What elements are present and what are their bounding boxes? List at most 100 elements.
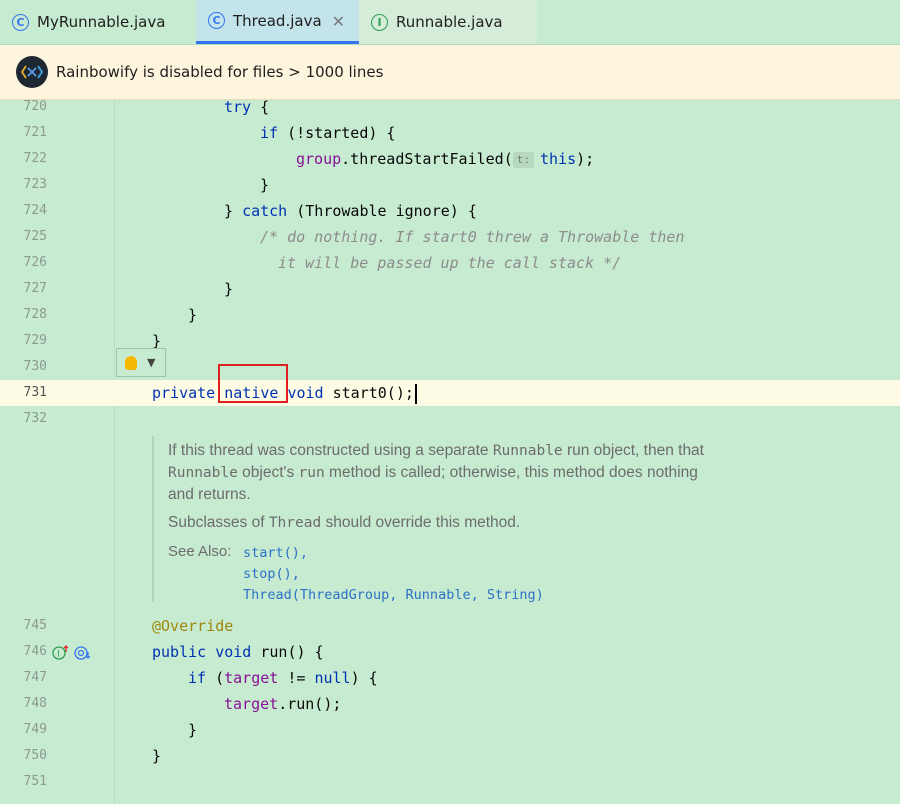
code-text: } bbox=[224, 202, 234, 220]
code-text: (Throwable ignore) { bbox=[287, 202, 477, 220]
line-number: 721 bbox=[23, 125, 47, 140]
line-number: 727 bbox=[23, 281, 47, 296]
keyword: public bbox=[152, 643, 207, 661]
doc-text: Subclasses of bbox=[168, 514, 269, 531]
tab-myrunnable[interactable]: C MyRunnable.java bbox=[0, 0, 196, 44]
class-icon: C bbox=[208, 12, 225, 29]
tab-thread[interactable]: C Thread.java ✕ bbox=[196, 0, 359, 44]
svg-text:I: I bbox=[57, 650, 60, 660]
line-number: 725 bbox=[23, 229, 47, 244]
code-line: 723 } bbox=[0, 172, 900, 198]
code-text: } bbox=[260, 176, 270, 194]
see-also: See Also: start(), stop(), Thread(Thread… bbox=[168, 543, 792, 606]
code-line: 727 } bbox=[0, 276, 900, 302]
field-ref: group bbox=[296, 150, 342, 168]
code-text: ) { bbox=[350, 669, 378, 687]
code-line: 728 } bbox=[0, 302, 900, 328]
keyword: null bbox=[314, 669, 351, 687]
code-text: start0(); bbox=[323, 384, 414, 402]
doc-text: should override this method. bbox=[321, 514, 521, 531]
code-text: } bbox=[188, 721, 198, 739]
tab-label: MyRunnable.java bbox=[37, 13, 166, 31]
field-ref: target bbox=[224, 669, 279, 687]
comment: it will be passed up the call stack */ bbox=[278, 254, 622, 272]
notification-banner: Rainbowify is disabled for files > 1000 … bbox=[0, 45, 900, 100]
line-number: 732 bbox=[23, 411, 47, 426]
line-number: 750 bbox=[23, 748, 47, 763]
line-number: 747 bbox=[23, 670, 47, 685]
code-text: .run(); bbox=[278, 695, 342, 713]
implements-method-icon[interactable]: I bbox=[52, 645, 70, 663]
doc-link-thread-constructor[interactable]: Thread(ThreadGroup, Runnable, String) bbox=[243, 585, 544, 606]
see-also-label: See Also: bbox=[168, 543, 232, 560]
line-number: 720 bbox=[23, 99, 47, 114]
current-code-line: 731 private native void start0(); bbox=[0, 380, 900, 406]
line-number: 722 bbox=[23, 151, 47, 166]
overridden-method-icon[interactable] bbox=[74, 645, 92, 663]
code-line: 725 /* do nothing. If start0 threw a Thr… bbox=[0, 224, 900, 250]
comment: /* do nothing. If start0 threw a Throwab… bbox=[260, 228, 685, 246]
code-line: 722 group.threadStartFailed(t: this); bbox=[0, 146, 900, 172]
line-number: 748 bbox=[23, 696, 47, 711]
chevron-down-icon: ▼ bbox=[147, 356, 156, 369]
text-caret bbox=[414, 383, 417, 404]
doc-paragraph: If this thread was constructed using a s… bbox=[168, 436, 792, 505]
field-ref: target bbox=[224, 695, 279, 713]
code-line: 746 I public void run() { bbox=[0, 639, 900, 665]
tab-runnable[interactable]: I Runnable.java bbox=[359, 0, 537, 44]
close-icon[interactable]: ✕ bbox=[332, 12, 345, 31]
doc-text: run object, then that bbox=[562, 442, 704, 459]
code-text: (!started) { bbox=[278, 124, 396, 142]
code-text: run() { bbox=[251, 643, 324, 661]
editor-tab-bar: C MyRunnable.java C Thread.java ✕ I Runn… bbox=[0, 0, 900, 45]
keyword: if bbox=[188, 669, 207, 687]
code-text: } bbox=[188, 306, 198, 324]
parameter-hint: t: bbox=[512, 151, 534, 168]
line-number: 745 bbox=[23, 618, 47, 633]
line-number: 731 bbox=[23, 385, 47, 400]
code-line: 732 bbox=[0, 406, 900, 432]
rendered-javadoc: If this thread was constructed using a s… bbox=[152, 436, 792, 603]
keyword: void bbox=[215, 643, 252, 661]
doc-text: and returns. bbox=[168, 486, 251, 503]
line-number: 746 bbox=[23, 644, 47, 659]
line-number: 723 bbox=[23, 177, 47, 192]
doc-code: Runnable bbox=[168, 465, 238, 481]
intention-actions-button[interactable]: ▼ bbox=[116, 348, 166, 377]
code-line: 745 @Override bbox=[0, 613, 900, 639]
doc-text: method is called; otherwise, this method… bbox=[324, 464, 698, 481]
doc-paragraph: Subclasses of Thread should override thi… bbox=[168, 512, 792, 534]
lightbulb-icon bbox=[125, 355, 137, 370]
keyword: if bbox=[260, 124, 279, 142]
line-number: 726 bbox=[23, 255, 47, 270]
code-line: 748 target.run(); bbox=[0, 691, 900, 717]
rainbowify-logo-icon bbox=[16, 56, 48, 88]
banner-message: Rainbowify is disabled for files > 1000 … bbox=[56, 63, 384, 81]
code-line: 751 bbox=[0, 769, 900, 795]
code-line: 721 if (!started) { bbox=[0, 120, 900, 146]
code-line: 747 if (target != null) { bbox=[0, 665, 900, 691]
line-number: 730 bbox=[23, 359, 47, 374]
interface-icon: I bbox=[371, 13, 388, 31]
code-line: 720 try { bbox=[0, 94, 900, 120]
doc-link-stop[interactable]: stop(), bbox=[243, 564, 544, 585]
keyword: try bbox=[224, 98, 252, 116]
code-line: 724 } catch (Throwable ignore) { bbox=[0, 198, 900, 224]
doc-link-start[interactable]: start(), bbox=[243, 543, 544, 564]
code-editor[interactable]: 720 try { 721 if (!started) { 722 group.… bbox=[0, 98, 900, 804]
line-number: 728 bbox=[23, 307, 47, 322]
annotation: @Override bbox=[152, 617, 234, 635]
doc-code: Runnable bbox=[492, 443, 563, 459]
keyword: catch bbox=[242, 202, 288, 220]
highlight-box bbox=[218, 364, 288, 403]
line-number: 729 bbox=[23, 333, 47, 348]
keyword: void bbox=[287, 384, 324, 402]
doc-code: Thread bbox=[268, 515, 322, 531]
class-icon: C bbox=[12, 13, 29, 31]
tab-label: Thread.java bbox=[233, 11, 322, 30]
doc-code: run bbox=[298, 465, 325, 481]
code-text: ); bbox=[576, 150, 595, 168]
code-line: 726 it will be passed up the call stack … bbox=[0, 250, 900, 276]
tab-label: Runnable.java bbox=[396, 13, 503, 31]
code-text: } bbox=[224, 280, 234, 298]
